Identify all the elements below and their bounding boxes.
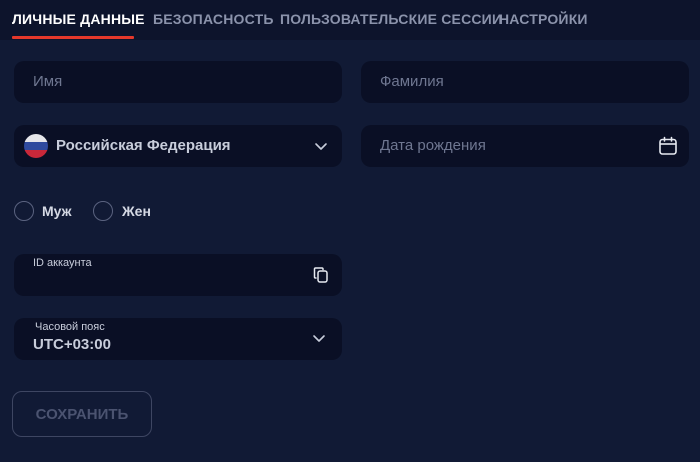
first-name-placeholder: Имя [33,73,63,90]
chevron-down-icon [315,143,327,150]
tab-security[interactable]: БЕЗОПАСНОСТЬ [153,11,274,27]
russia-flag-icon [24,134,48,158]
tab-user-sessions[interactable]: ПОЛЬЗОВАТЕЛЬСКИЕ СЕССИИ [280,11,502,27]
tab-personal-data[interactable]: ЛИЧНЫЕ ДАННЫЕ [12,11,145,27]
chevron-down-icon [313,335,325,342]
calendar-icon[interactable] [658,136,678,156]
save-button[interactable]: СОХРАНИТЬ [12,391,152,437]
save-button-label: СОХРАНИТЬ [35,406,129,423]
timezone-select[interactable]: Часовой пояс UTC+03:00 [14,318,342,360]
timezone-label: Часовой пояс [35,321,105,333]
last-name-field[interactable]: Фамилия [361,61,689,103]
last-name-placeholder: Фамилия [380,73,444,90]
copy-icon[interactable] [313,266,329,284]
birth-date-field[interactable]: Дата рождения [361,125,689,167]
gender-male-label[interactable]: Муж [42,203,72,219]
account-id-label: ID аккаунта [33,257,92,269]
country-select[interactable]: Российская Федерация [14,125,342,167]
birth-date-placeholder: Дата рождения [380,137,486,154]
account-id-field: ID аккаунта [14,254,342,296]
tab-bar: ЛИЧНЫЕ ДАННЫЕ БЕЗОПАСНОСТЬ ПОЛЬЗОВАТЕЛЬС… [0,0,700,40]
tab-settings[interactable]: НАСТРОЙКИ [499,11,588,27]
first-name-field[interactable]: Имя [14,61,342,103]
gender-female-label[interactable]: Жен [122,203,151,219]
timezone-value: UTC+03:00 [33,336,111,353]
gender-female-radio[interactable] [93,201,113,221]
active-tab-indicator [12,36,134,39]
country-value: Российская Федерация [56,137,231,154]
gender-male-radio[interactable] [14,201,34,221]
